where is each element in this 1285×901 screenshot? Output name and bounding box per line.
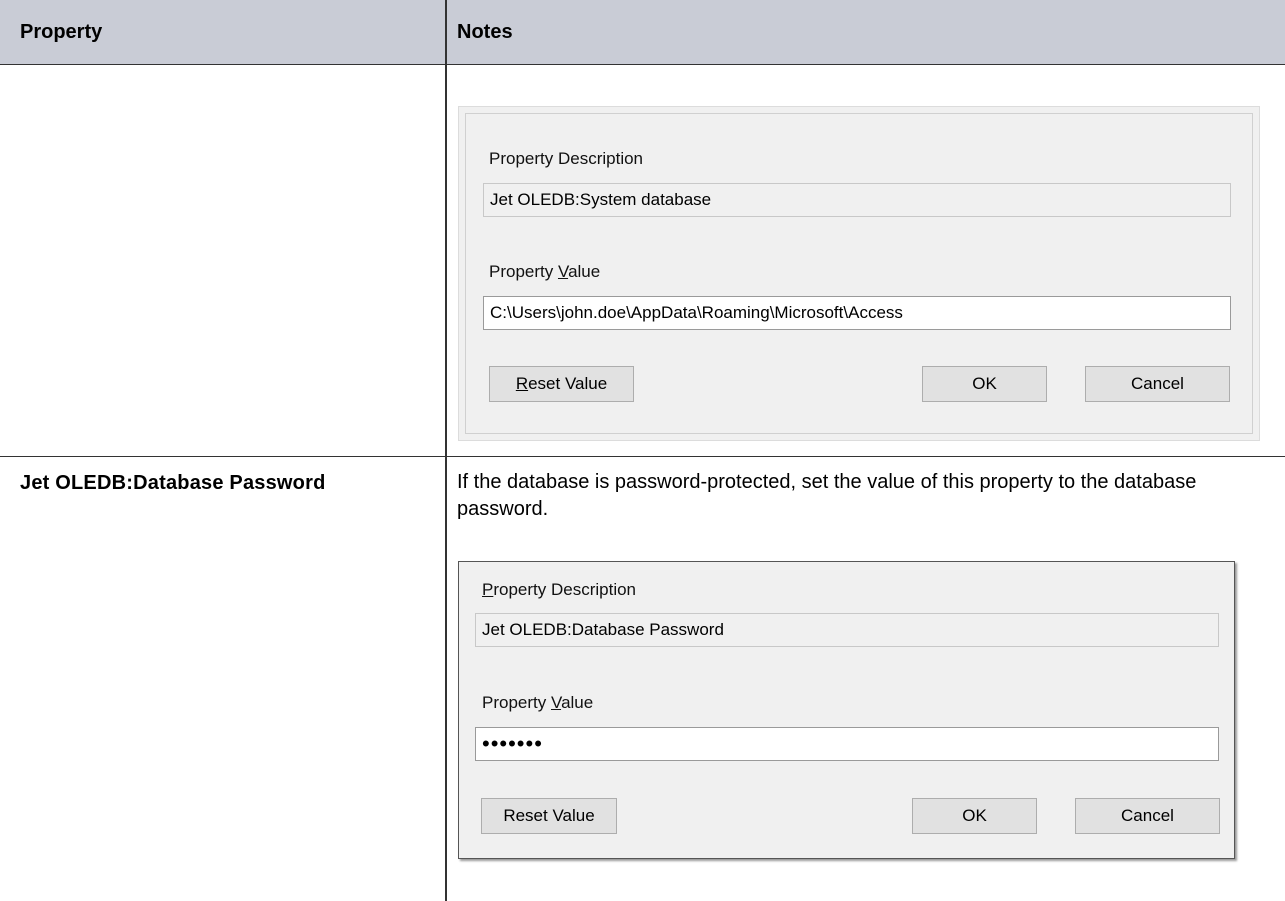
property-description-field: Jet OLEDB:System database bbox=[483, 183, 1231, 217]
header-property: Property bbox=[20, 21, 103, 43]
property-description-label: Property Description bbox=[482, 580, 637, 599]
properties-table: Property Notes Property Description Jet … bbox=[0, 0, 1285, 901]
row-note: If the database is password-protected, s… bbox=[457, 471, 1197, 520]
row-divider bbox=[0, 456, 1285, 457]
row-property: Jet OLEDB:Database Password bbox=[20, 472, 326, 494]
password-input[interactable]: ••••••• bbox=[475, 727, 1219, 761]
reset-value-button[interactable]: Reset Value bbox=[481, 798, 617, 834]
ok-button[interactable]: OK bbox=[922, 366, 1047, 402]
property-value-label: Property Value bbox=[489, 262, 601, 281]
property-description-field: Jet OLEDB:Database Password bbox=[475, 613, 1219, 647]
cancel-button[interactable]: Cancel bbox=[1075, 798, 1220, 834]
property-value-input[interactable]: C:\Users\john.doe\AppData\Roaming\Micros… bbox=[483, 296, 1231, 330]
header-notes: Notes bbox=[457, 21, 513, 43]
column-divider bbox=[445, 0, 447, 901]
property-value-label: Property Value bbox=[482, 693, 594, 712]
property-dialog-system-database: Property Description Jet OLEDB:System da… bbox=[458, 106, 1260, 441]
cancel-button[interactable]: Cancel bbox=[1085, 366, 1230, 402]
property-dialog-database-password: Property Description Jet OLEDB:Database … bbox=[458, 561, 1235, 859]
reset-value-button[interactable]: Reset Value bbox=[489, 366, 634, 402]
ok-button[interactable]: OK bbox=[912, 798, 1037, 834]
table-header: Property Notes bbox=[0, 0, 1285, 65]
property-description-label: Property Description bbox=[489, 149, 644, 168]
